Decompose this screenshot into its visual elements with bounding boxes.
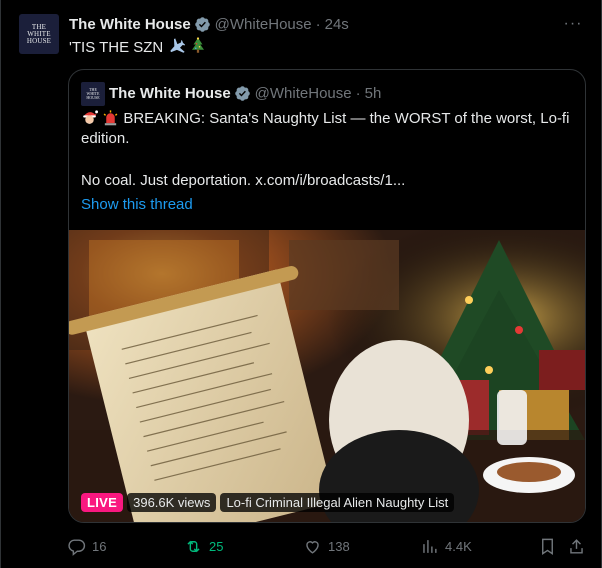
broadcast-views: 396.6K views (127, 493, 217, 512)
repost-button[interactable]: 25 (184, 535, 223, 557)
quoted-header: The White House @WhiteHouse · 5h (109, 83, 381, 103)
more-options-icon[interactable]: ··· (563, 14, 583, 34)
share-button[interactable] (567, 535, 586, 557)
repost-count: 25 (209, 538, 224, 554)
live-badge: LIVE (81, 493, 124, 512)
quoted-author-name[interactable]: The White House (109, 85, 231, 102)
verified-badge-icon (194, 16, 210, 32)
airplane-emoji-icon (170, 38, 186, 53)
tweet-text: 'TIS THE SZN (69, 37, 206, 58)
santa-emoji-icon (83, 110, 98, 124)
broadcast-info-bar: LIVE 396.6K views Lo-fi Criminal Illegal… (81, 493, 455, 512)
siren-emoji-icon (103, 110, 118, 126)
reply-button[interactable]: 16 (67, 535, 106, 557)
broadcast-title: Lo-fi Criminal Illegal Alien Naughty Lis… (220, 493, 455, 512)
christmas-tree-emoji-icon (191, 37, 204, 53)
broadcast-video[interactable]: LIVE 396.6K views Lo-fi Criminal Illegal… (69, 230, 585, 522)
views-button[interactable]: 4.4K (420, 535, 472, 557)
tweet-header: The White House @WhiteHouse · 24s (69, 14, 349, 34)
quoted-separator-dot: · (355, 84, 361, 102)
bookmark-button[interactable] (538, 535, 557, 557)
timestamp[interactable]: 24s (325, 16, 349, 33)
action-bar: 16 25 138 4.4K (67, 535, 589, 557)
heart-icon (306, 540, 319, 554)
show-thread-link[interactable]: Show this thread (81, 195, 193, 215)
reply-count: 16 (92, 538, 107, 554)
quoted-tweet[interactable]: THE WHITE HOUSE The White House @WhiteHo… (68, 69, 586, 523)
tweet-text-content: 'TIS THE SZN (69, 39, 164, 56)
tweet[interactable]: THE WHITE HOUSE The White House @WhiteHo… (0, 0, 602, 568)
quoted-author-handle[interactable]: @WhiteHouse (255, 85, 352, 102)
like-button[interactable]: 138 (303, 535, 350, 557)
author-handle[interactable]: @WhiteHouse (215, 16, 312, 33)
view-count: 4.4K (445, 538, 472, 554)
views-chart-icon (423, 539, 437, 553)
avatar[interactable]: THE WHITE HOUSE (19, 14, 59, 54)
quoted-text: BREAKING: Santa's Naughty List — the WOR… (81, 109, 577, 149)
separator-dot: · (315, 15, 321, 33)
author-name[interactable]: The White House (69, 16, 191, 33)
quoted-avatar[interactable]: THE WHITE HOUSE (81, 82, 105, 106)
quoted-text-line2[interactable]: No coal. Just deportation. x.com/i/broad… (81, 171, 405, 191)
bookmark-icon (542, 538, 553, 555)
quoted-timestamp[interactable]: 5h (365, 85, 382, 102)
reply-icon (68, 538, 86, 556)
broadcast-thumbnail-image (69, 230, 585, 522)
quoted-text-content: BREAKING: Santa's Naughty List — the WOR… (81, 110, 570, 147)
like-count: 138 (328, 538, 350, 554)
quoted-verified-badge-icon (234, 85, 250, 101)
repost-icon (187, 540, 200, 552)
quoted-avatar-text-house: HOUSE (86, 95, 100, 100)
share-icon (570, 538, 583, 554)
avatar-text-house: HOUSE (26, 36, 52, 45)
